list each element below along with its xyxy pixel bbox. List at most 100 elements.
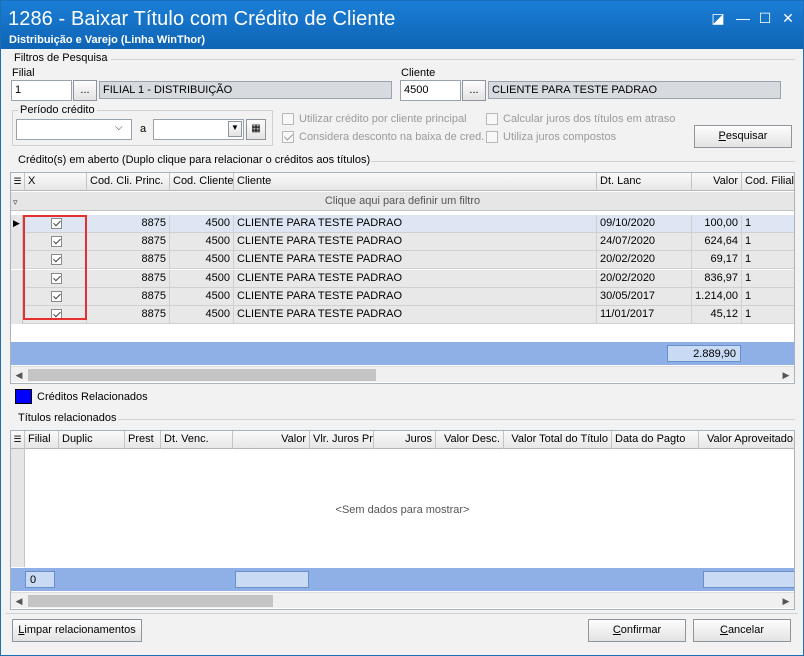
col-cod-filial[interactable]: Cod. Filial [742,173,794,191]
legend-label: Créditos Relacionados [37,391,148,403]
cancelar-button[interactable]: Cancelar [693,619,791,642]
empty-message: <Sem dados para mostrar> [335,504,470,516]
chk-considera-desconto[interactable]: Considera desconto na baixa de cred. [282,131,484,143]
row-indicator[interactable] [11,251,23,270]
checkbox-icon [282,113,294,125]
cell-cliente: CLIENTE PARA TESTE PADRAO [234,251,597,270]
cell-cod-cliente: 4500 [170,251,234,270]
filial-browse-button[interactable]: ... [73,80,97,101]
chk-calcular-juros[interactable]: Calcular juros dos títulos em atraso [486,113,675,125]
cell-filial: 1 [745,253,752,266]
restore-icon[interactable]: ◪ [709,9,727,27]
cell-cliente: CLIENTE PARA TESTE PADRAO [234,287,597,306]
row-indicator[interactable] [11,269,23,288]
creditos-total: 2.889,90 [667,345,741,362]
checkbox-icon [486,113,498,125]
table-row[interactable]: 8875 4500 CLIENTE PARA TESTE PADRAO 30/05/2… [11,287,794,306]
periodo-label: Período crédito [18,104,97,116]
creditos-group-line [371,161,795,162]
main-window: 1286 - Baixar Título com Crédito de Clie… [0,0,804,656]
col-valor-aproveitado[interactable]: Valor Aproveitado [699,431,794,449]
calendar-icon[interactable]: ▦ [246,119,266,140]
pesquisar-button[interactable]: Pesquisar [694,125,792,148]
window-title: 1286 - Baixar Título com Crédito de Clie… [8,8,396,30]
cell-cod-princ: 8875 [87,233,170,252]
titulos-grid: ☰ Filial Duplic Prest Dt. Venc. Valor Vl… [10,430,795,610]
col-cliente[interactable]: Cliente [234,173,597,191]
chevron-down-icon[interactable]: ⌵ [115,122,123,133]
table-row[interactable]: 8875 4500 CLIENTE PARA TESTE PADRAO 20/02/2… [11,269,794,288]
footer-divider [6,613,798,614]
cell-filial: 1 [745,217,752,229]
col-juros[interactable]: Juros [374,431,436,449]
cell-filial: 1 [745,235,752,248]
table-row[interactable]: ▶ 8875 4500 CLIENTE PARA TESTE PADRAO 09/10/… [11,215,794,233]
cell-cod-princ: 8875 [87,287,170,306]
creditos-filter-row[interactable]: ▿ Clique aqui para definir um filtro [11,192,794,211]
col-duplic[interactable]: Duplic [59,431,125,449]
cell-dt-lanc: 20/02/2020 [597,269,692,288]
col-x[interactable]: X [25,173,87,191]
col-data-pagto[interactable]: Data do Pagto [612,431,699,449]
cell-cod-cliente: 4500 [170,287,234,306]
row-indicator[interactable] [11,306,23,324]
scroll-thumb[interactable] [28,595,273,607]
table-row[interactable]: 8875 4500 CLIENTE PARA TESTE PADRAO 20/02/2… [11,251,794,270]
chk-credito-principal[interactable]: Utilizar crédito por cliente principal [282,113,467,125]
limpar-relacionamentos-button[interactable]: Limpar relacionamentos [12,619,142,642]
window-subtitle: Distribuição e Varejo (Linha WinThor) [9,34,206,46]
grid-menu-icon[interactable]: ☰ [11,431,25,449]
creditos-summary-bar: 2.889,90 [11,342,794,365]
creditos-grid: ☰ X Cod. Cli. Princ. Cod. Cliente Client… [10,172,795,384]
scroll-thumb[interactable] [28,369,376,381]
col-vlr-juros-pr[interactable]: Vlr. Juros Pr [310,431,374,449]
cell-dt-lanc: 24/07/2020 [597,233,692,252]
scroll-left-icon[interactable]: ◀ [11,593,27,609]
cell-cliente: CLIENTE PARA TESTE PADRAO [234,306,597,324]
col-cod-cli-princ[interactable]: Cod. Cli. Princ. [87,173,170,191]
confirmar-button[interactable]: Confirmar [588,619,686,642]
maximize-icon[interactable]: ☐ [756,9,774,27]
grid-menu-icon[interactable]: ☰ [11,173,25,191]
cell-valor: 45,12 [692,306,742,324]
cell-cod-princ: 8875 [87,269,170,288]
periodo-end-dropdown[interactable]: ▼ [228,121,242,137]
filial-input[interactable]: 1 [11,80,72,101]
minimize-icon[interactable]: — [734,9,752,27]
col-valor[interactable]: Valor [692,173,742,191]
cell-valor: 836,97 [692,269,742,288]
cliente-browse-button[interactable]: ... [462,80,486,101]
col-dt-venc[interactable]: Dt. Venc. [161,431,233,449]
scroll-right-icon[interactable]: ▶ [778,593,794,609]
titulos-grid-header: ☰ Filial Duplic Prest Dt. Venc. Valor Vl… [11,431,794,449]
cell-dt-lanc: 09/10/2020 [597,215,692,233]
close-icon[interactable]: ✕ [779,9,797,27]
col-cod-cliente[interactable]: Cod. Cliente [170,173,234,191]
col-prest[interactable]: Prest [125,431,161,449]
creditos-hscroll[interactable]: ◀ ▶ [11,366,794,382]
col-valor-total[interactable]: Valor Total do Título [504,431,612,449]
titulos-hscroll[interactable]: ◀ ▶ [11,592,794,608]
table-row[interactable]: 8875 4500 CLIENTE PARA TESTE PADRAO 11/01/2… [11,306,794,324]
cliente-input[interactable]: 4500 [400,80,461,101]
col-filial[interactable]: Filial [25,431,59,449]
cell-cod-cliente: 4500 [170,269,234,288]
cell-cod-princ: 8875 [87,306,170,324]
table-row[interactable]: 8875 4500 CLIENTE PARA TESTE PADRAO 24/07/2… [11,233,794,252]
col-dt-lanc[interactable]: Dt. Lanc [597,173,692,191]
cell-filial: 1 [745,289,752,302]
creditos-grid-header: ☰ X Cod. Cli. Princ. Cod. Cliente Client… [11,173,794,191]
col-valor-desc[interactable]: Valor Desc. [436,431,504,449]
cell-cod-cliente: 4500 [170,306,234,324]
scroll-left-icon[interactable]: ◀ [11,367,27,383]
cell-valor: 100,00 [692,215,742,233]
col-valor[interactable]: Valor [233,431,310,449]
row-indicator[interactable] [11,287,23,306]
legend-swatch [15,389,32,404]
cell-valor: 1.214,00 [692,287,742,306]
row-indicator[interactable] [11,233,23,252]
row-indicator[interactable]: ▶ [11,215,23,233]
chk-juros-compostos[interactable]: Utiliza juros compostos [486,131,616,143]
filters-group-line [111,59,795,60]
scroll-right-icon[interactable]: ▶ [778,367,794,383]
